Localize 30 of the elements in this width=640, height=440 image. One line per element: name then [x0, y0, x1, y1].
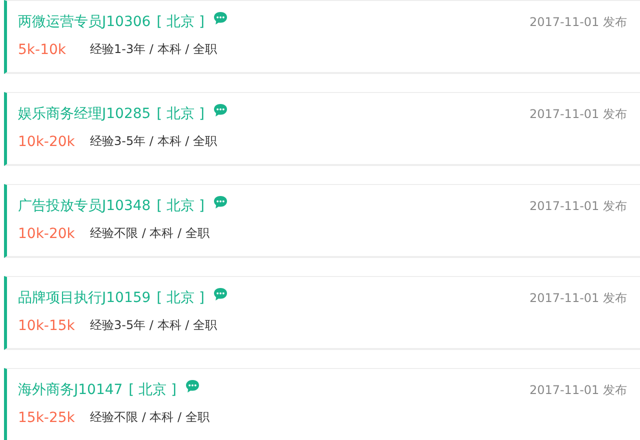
job-requirements: 经验不限 / 本科 / 全职 — [90, 409, 210, 426]
job-city: [ 北京 ] — [156, 13, 204, 31]
job-card[interactable]: 品牌项目执行J10159 [ 北京 ] 2017-11-01 发布 10k-15k 经验3-5年 / 本科 / 全职 — [4, 276, 640, 350]
job-requirements: 经验3-5年 / 本科 / 全职 — [90, 317, 217, 334]
job-card[interactable]: 广告投放专员J10348 [ 北京 ] 2017-11-01 发布 10k-20k 经验不限 / 本科 / 全职 — [4, 184, 640, 258]
chat-bubble-icon[interactable] — [212, 194, 228, 210]
job-city: [ 北京 ] — [156, 289, 204, 307]
job-requirements: 经验3-5年 / 本科 / 全职 — [90, 133, 217, 150]
salary: 10k-20k — [18, 226, 76, 242]
publish-date: 2017-11-01 发布 — [529, 106, 627, 122]
salary: 10k-20k — [18, 134, 76, 150]
job-requirements: 经验1-3年 / 本科 / 全职 — [90, 41, 217, 58]
chat-bubble-icon[interactable] — [184, 378, 200, 394]
job-card[interactable]: 海外商务J10147 [ 北京 ] 2017-11-01 发布 15k-25k 经验不限 / 本科 / 全职 — [4, 368, 640, 440]
chat-bubble-icon[interactable] — [212, 102, 228, 118]
chat-bubble-icon[interactable] — [212, 10, 228, 26]
job-requirements: 经验不限 / 本科 / 全职 — [90, 225, 210, 242]
job-city: [ 北京 ] — [156, 105, 204, 123]
publish-date: 2017-11-01 发布 — [529, 382, 627, 398]
publish-date: 2017-11-01 发布 — [529, 198, 627, 214]
salary: 15k-25k — [18, 410, 76, 426]
job-city: [ 北京 ] — [128, 381, 176, 399]
job-card[interactable]: 娱乐商务经理J10285 [ 北京 ] 2017-11-01 发布 10k-20k 经验3-5年 / 本科 / 全职 — [4, 92, 640, 166]
salary: 10k-15k — [18, 318, 76, 334]
publish-date: 2017-11-01 发布 — [529, 14, 627, 30]
job-city: [ 北京 ] — [156, 197, 204, 215]
publish-date: 2017-11-01 发布 — [529, 290, 627, 306]
job-card[interactable]: 两微运营专员J10306 [ 北京 ] 2017-11-01 发布 5k-10k 经验1-3年 / 本科 / 全职 — [4, 0, 640, 74]
salary: 5k-10k — [18, 42, 67, 58]
chat-bubble-icon[interactable] — [212, 286, 228, 302]
